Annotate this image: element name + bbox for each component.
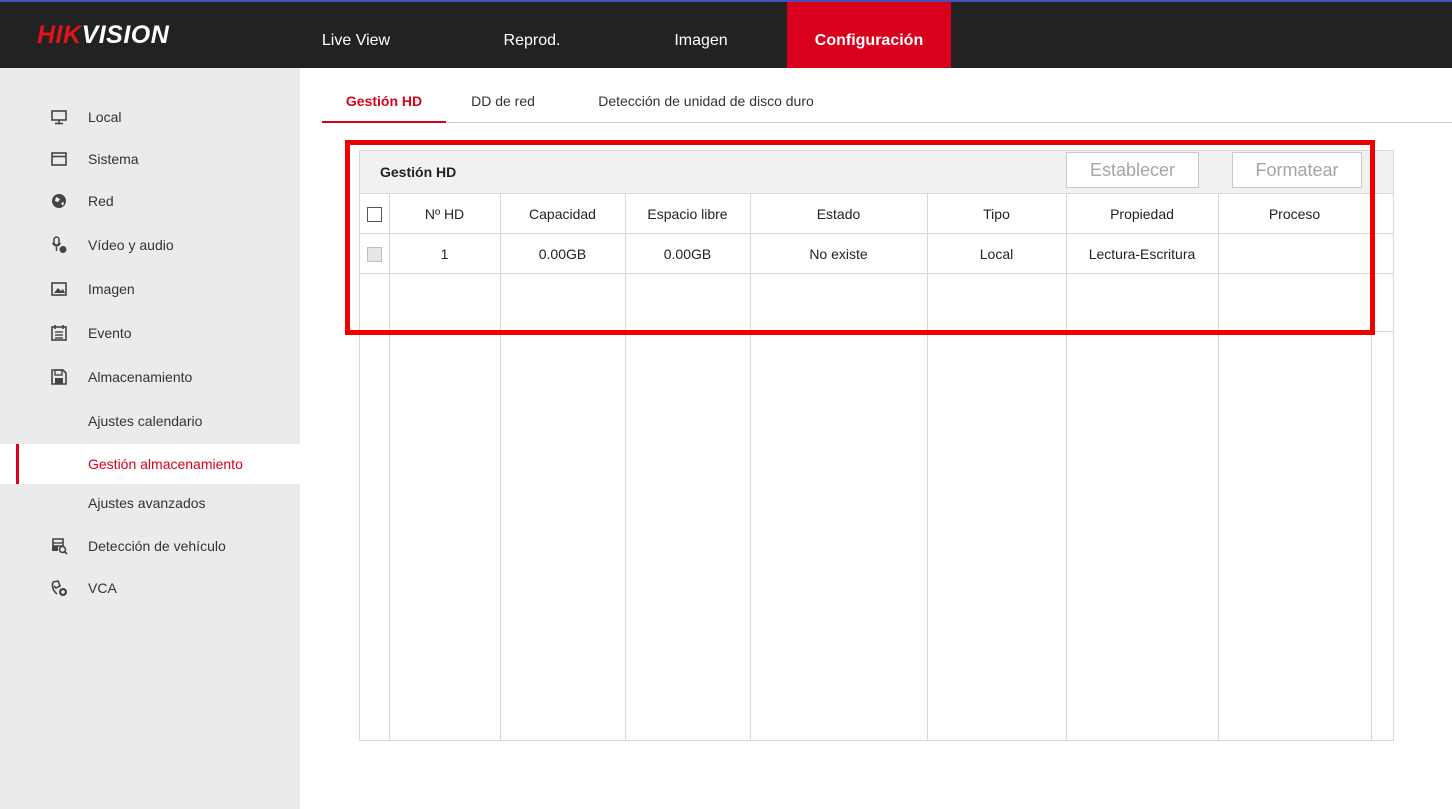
format-button[interactable]: Formatear xyxy=(1232,152,1362,188)
sidebar-item-label: VCA xyxy=(88,580,117,596)
logo-red-part: HIK xyxy=(37,21,82,49)
globe-icon xyxy=(52,194,66,208)
vca-icon xyxy=(51,580,67,596)
row-select-cell xyxy=(360,233,390,274)
cell-status: No existe xyxy=(750,233,928,274)
sidebar-item-schedule-settings[interactable]: Ajustes calendario xyxy=(0,404,300,438)
scroll-gutter xyxy=(1371,194,1393,234)
column-header-progress: Proceso xyxy=(1218,194,1372,234)
column-header-free-space: Espacio libre xyxy=(625,194,751,234)
system-window-icon xyxy=(51,152,67,166)
column-header-type: Tipo xyxy=(927,194,1067,234)
floppy-disk-icon xyxy=(51,369,67,385)
sidebar-item-label: Local xyxy=(88,109,122,125)
column-header-status: Estado xyxy=(750,194,928,234)
sidebar-item-system[interactable]: Sistema xyxy=(0,142,300,176)
sidebar-item-storage[interactable]: Almacenamiento xyxy=(0,360,300,394)
calendar-icon xyxy=(51,325,67,341)
hd-management-panel: Gestión HD Establecer Formatear Nº HD Ca… xyxy=(359,150,1394,741)
sidebar-item-label: Evento xyxy=(88,325,132,341)
tab-hd-management[interactable]: Gestión HD xyxy=(322,86,446,123)
microphone-camera-icon xyxy=(51,236,67,253)
monitor-icon xyxy=(51,110,67,125)
sidebar-item-label: Imagen xyxy=(88,281,135,297)
set-button[interactable]: Establecer xyxy=(1066,152,1199,188)
sidebar-item-vca[interactable]: VCA xyxy=(0,571,300,605)
cell-property: Lectura-Escritura xyxy=(1066,233,1219,274)
row-checkbox[interactable] xyxy=(366,246,382,262)
table-header-row: Nº HD Capacidad Espacio libre Estado Tip… xyxy=(360,194,1393,234)
active-indicator xyxy=(16,444,19,484)
hd-table: Nº HD Capacidad Espacio libre Estado Tip… xyxy=(360,194,1393,741)
tab-network-hd[interactable]: DD de red xyxy=(458,86,548,121)
tab-hd-detection[interactable]: Detección de unidad de disco duro xyxy=(574,86,838,121)
sidebar-item-label: Sistema xyxy=(88,151,139,167)
sidebar-item-label: Almacenamiento xyxy=(88,369,193,385)
sidebar-item-local[interactable]: Local xyxy=(0,100,300,134)
sidebar-item-event[interactable]: Evento xyxy=(0,316,300,350)
sidebar-item-network[interactable]: Red xyxy=(0,184,300,218)
tab-live-view[interactable]: Live View xyxy=(306,2,406,68)
sidebar-item-storage-management[interactable]: Gestión almacenamiento xyxy=(0,444,300,484)
tab-image[interactable]: Imagen xyxy=(651,2,751,68)
table-row[interactable]: 1 0.00GB 0.00GB No existe Local Lectura-… xyxy=(360,233,1393,274)
hikvision-logo: HIKVISION xyxy=(37,20,169,50)
cell-progress xyxy=(1218,233,1372,274)
sidebar-item-label: Detección de vehículo xyxy=(88,538,226,554)
sidebar-item-video-audio[interactable]: Vídeo y audio xyxy=(0,228,300,262)
sidebar-item-label: Vídeo y audio xyxy=(88,237,174,253)
tab-configuration[interactable]: Configuración xyxy=(787,2,951,68)
sidebar-item-label: Ajustes calendario xyxy=(88,413,203,429)
sidebar: Local Sistema Red Vídeo y audio Imagen E… xyxy=(0,68,300,809)
column-header-property: Propiedad xyxy=(1066,194,1219,234)
table-filler-row xyxy=(360,331,1393,741)
select-all-cell xyxy=(360,194,390,234)
top-bar: HIKVISION Live View Reprod. Imagen Confi… xyxy=(0,0,1452,68)
tab-playback[interactable]: Reprod. xyxy=(482,2,582,68)
sidebar-item-advanced-settings[interactable]: Ajustes avanzados xyxy=(0,486,300,520)
sidebar-item-label: Gestión almacenamiento xyxy=(88,456,243,472)
select-all-checkbox[interactable] xyxy=(366,206,382,222)
sidebar-item-image[interactable]: Imagen xyxy=(0,272,300,306)
vehicle-search-icon xyxy=(52,538,68,555)
cell-type: Local xyxy=(927,233,1067,274)
column-header-hd-no: Nº HD xyxy=(389,194,501,234)
column-header-capacity: Capacidad xyxy=(500,194,626,234)
panel-header: Gestión HD Establecer Formatear xyxy=(360,151,1393,194)
picture-icon xyxy=(51,282,67,296)
scroll-gutter xyxy=(1371,233,1393,274)
cell-capacity: 0.00GB xyxy=(500,233,626,274)
sidebar-item-label: Red xyxy=(88,193,114,209)
sidebar-item-label: Ajustes avanzados xyxy=(88,495,206,511)
sidebar-item-vehicle-detection[interactable]: Detección de vehículo xyxy=(0,529,300,563)
panel-title: Gestión HD xyxy=(380,164,457,180)
cell-hd-no: 1 xyxy=(389,233,501,274)
sub-tabs: Gestión HD DD de red Detección de unidad… xyxy=(322,86,1452,123)
cell-free-space: 0.00GB xyxy=(625,233,751,274)
logo-white-part: VISION xyxy=(81,21,170,49)
table-empty-row xyxy=(360,273,1393,332)
